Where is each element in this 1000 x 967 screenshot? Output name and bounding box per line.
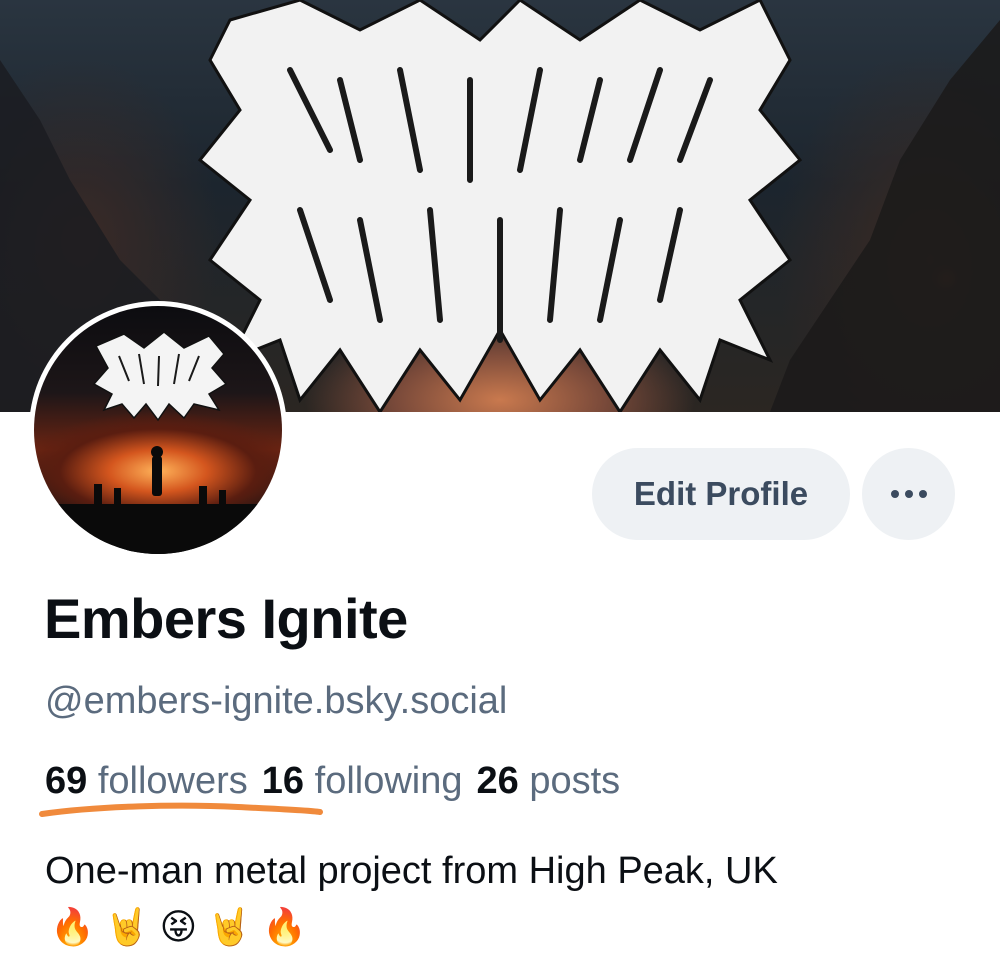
- posts-count: 26: [476, 760, 519, 802]
- following-link[interactable]: 16 following: [262, 760, 463, 802]
- profile-bio: One-man metal project from High Peak, UK: [45, 850, 778, 892]
- more-options-button[interactable]: [862, 448, 955, 540]
- followers-link[interactable]: 69 followers: [45, 760, 248, 802]
- profile-stats: 69 followers 16 following 26 posts: [45, 760, 620, 803]
- ellipsis-icon: [888, 490, 930, 498]
- bio-emojis: 🔥🤘😝🤘🔥: [50, 907, 317, 948]
- display-name: Embers Ignite: [44, 587, 408, 650]
- followers-label: followers: [97, 760, 248, 802]
- posts-stat: 26 posts: [477, 760, 621, 802]
- edit-profile-label: Edit Profile: [633, 475, 809, 512]
- user-handle: @embers-ignite.bsky.social: [45, 680, 508, 722]
- edit-profile-button[interactable]: Edit Profile: [592, 448, 850, 540]
- avatar-image: [34, 306, 282, 554]
- posts-label: posts: [529, 760, 621, 802]
- following-label: following: [314, 760, 463, 802]
- followers-underline-annotation: [39, 802, 323, 817]
- avatar[interactable]: [29, 301, 287, 559]
- followers-count: 69: [45, 760, 88, 802]
- following-count: 16: [261, 760, 305, 802]
